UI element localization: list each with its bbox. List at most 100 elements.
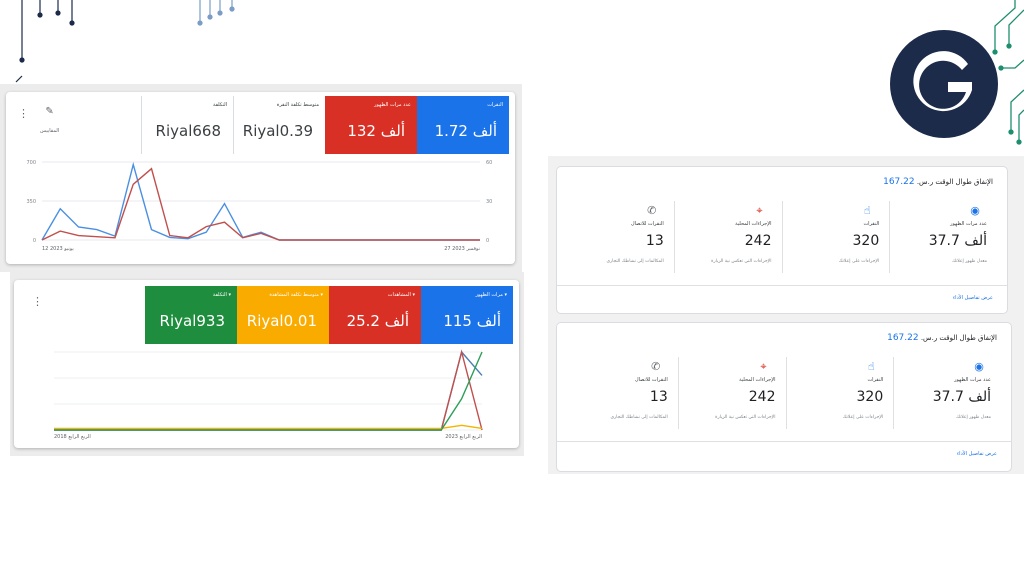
metric-label: المشاهدات ▾ bbox=[387, 292, 415, 298]
metric-tile[interactable]: المشاهدات ▾ 25.2 ألف bbox=[329, 286, 421, 344]
metric-description: المكالمات إلى نشاطك التجاري bbox=[606, 259, 664, 264]
metric-description: الإجراءات التي تعكس نية الزيارة bbox=[711, 259, 772, 264]
metric-value: 37.7 ألف bbox=[932, 389, 991, 405]
metric-label: مرات الظهور ▾ bbox=[475, 292, 507, 298]
metric-tile[interactable]: النقرات 1.72 ألف bbox=[417, 96, 509, 154]
metric-value: 13 bbox=[649, 389, 668, 405]
more-options-icon[interactable]: ⋮ bbox=[32, 296, 43, 307]
performance-summary-panel: الإنفاق طوال الوقت ر.س. 167.22 ◉ عدد مرات … bbox=[556, 166, 1008, 314]
view-performance-link[interactable]: عرض تفاصيل الأداء bbox=[957, 451, 997, 457]
location-pin-icon: ⌖ bbox=[760, 360, 767, 373]
metric-description: المكالمات إلى نشاطك التجاري bbox=[610, 415, 668, 420]
spend-title: الإنفاق طوال الوقت ر.س. 167.22 bbox=[887, 333, 997, 343]
metric-label: متوسط تكلفة النقرة bbox=[276, 102, 319, 108]
metric-value: Riyal668 bbox=[155, 122, 221, 140]
tap-icon: ☝ bbox=[863, 204, 871, 217]
metric-column: ☝ النقرات 320 الإجراءات على إعلانك bbox=[781, 201, 890, 273]
metric-description: الإجراءات التي تعكس نية الزيارة bbox=[715, 415, 776, 420]
y-left-tick-label: 700 bbox=[26, 160, 36, 166]
metric-value: 132 ألف bbox=[347, 122, 405, 140]
spend-title: الإنفاق طوال الوقت ر.س. 167.22 bbox=[883, 177, 993, 187]
metric-tile[interactable]: متوسط تكلفة المشاهدة ▾ Riyal0.01 bbox=[237, 286, 329, 344]
metric-label: عدد مرات الظهور bbox=[374, 102, 411, 108]
metric-tile[interactable]: التكلفة ▾ Riyal933 bbox=[145, 286, 237, 344]
video-performance-card: ⋮ مرات الظهور ▾ 115 ألف المشاهدات ▾ 25.2 أل… bbox=[14, 280, 519, 448]
spend-amount: 167.22 bbox=[887, 333, 919, 343]
series-line bbox=[54, 424, 483, 430]
metric-columns: ◉ عدد مرات الظهور 37.7 ألف معدل ظهور إعلانك… bbox=[571, 357, 1001, 429]
location-pin-icon: ⌖ bbox=[756, 204, 763, 217]
metric-label: النقرات للاتصال bbox=[634, 377, 668, 383]
eye-icon: ◉ bbox=[974, 360, 984, 373]
metric-value: 13 bbox=[645, 233, 664, 249]
metric-label: متوسط تكلفة المشاهدة ▾ bbox=[269, 292, 323, 298]
metric-value: 320 bbox=[852, 233, 880, 249]
metric-label: التكلفة bbox=[212, 102, 227, 108]
metric-description: الإجراءات على إعلانك bbox=[838, 259, 880, 264]
metric-label: الإجراءات المحلية bbox=[739, 377, 776, 383]
x-start-label: الربع الرابع 2018 bbox=[54, 434, 91, 440]
metric-label: عدد مرات الظهور bbox=[950, 221, 987, 227]
metric-value: 242 bbox=[748, 389, 776, 405]
series-line bbox=[54, 351, 483, 431]
performance-summary-panel: الإنفاق طوال الوقت ر.س. 167.22 ◉ عدد مرات … bbox=[556, 322, 1012, 472]
y-right-tick-label: 60 bbox=[486, 160, 492, 166]
metric-column: ⌖ الإجراءات المحلية 242 الإجراءات التي تعكس… bbox=[677, 357, 786, 429]
video-line-chart: الربع الرابع 2018 الربع الرابع 2023 bbox=[54, 349, 483, 440]
campaign-performance-card: ⋮ ✎ المقاييس النقرات 1.72 ألف عدد مرات الظ… bbox=[6, 92, 515, 264]
metric-tile[interactable]: التكلفة Riyal668 bbox=[141, 96, 233, 154]
metric-column: ◉ عدد مرات الظهور 37.7 ألف معدل ظهور إعلانك bbox=[889, 201, 997, 273]
series-line bbox=[41, 161, 480, 241]
metric-label: النقرات bbox=[487, 102, 503, 108]
metrics-tools-label: المقاييس bbox=[40, 128, 60, 134]
metrics-edit-icon: ✎ bbox=[45, 106, 54, 117]
metric-tile[interactable]: مرات الظهور ▾ 115 ألف bbox=[421, 286, 513, 344]
metric-tile[interactable]: متوسط تكلفة النقرة Riyal0.39 bbox=[233, 96, 325, 154]
metric-label: عدد مرات الظهور bbox=[954, 377, 991, 383]
phone-icon: ✆ bbox=[651, 360, 661, 373]
spend-label: الإنفاق طوال الوقت bbox=[935, 178, 993, 186]
campaign-line-chart: 700 350 0 60 30 0 12 يونيو 2023 27 نوفمبر 2023 bbox=[26, 160, 492, 252]
more-options-icon[interactable]: ⋮ bbox=[18, 108, 29, 119]
metric-label: النقرات bbox=[867, 377, 884, 383]
y-left-tick-label: 350 bbox=[26, 199, 36, 205]
series-line bbox=[54, 349, 483, 431]
phone-icon: ✆ bbox=[647, 204, 657, 217]
metric-label: التكلفة ▾ bbox=[212, 292, 231, 298]
metric-label: النقرات للاتصال bbox=[630, 221, 664, 227]
series-line bbox=[41, 167, 480, 241]
metric-label: الإجراءات المحلية bbox=[735, 221, 772, 227]
tap-icon: ☝ bbox=[867, 360, 875, 373]
series-line bbox=[54, 350, 483, 431]
campaign-metric-tiles: النقرات 1.72 ألف عدد مرات الظهور 132 ألف متو… bbox=[141, 96, 509, 154]
x-end-label: الربع الرابع 2023 bbox=[445, 434, 482, 440]
brand-logo bbox=[890, 30, 998, 138]
metric-value: Riyal933 bbox=[159, 312, 225, 330]
y-left-tick-label: 0 bbox=[33, 238, 36, 244]
x-end-label: 27 نوفمبر 2023 bbox=[444, 246, 480, 252]
metric-value: 242 bbox=[744, 233, 772, 249]
spend-amount: 167.22 bbox=[883, 177, 915, 187]
metric-value: 37.7 ألف bbox=[928, 233, 987, 249]
circuit-decoration-left bbox=[15, 0, 235, 83]
panel-divider bbox=[557, 441, 1011, 442]
view-performance-link[interactable]: عرض تفاصيل الأداء bbox=[953, 295, 993, 301]
metric-description: معدل ظهور إعلانك bbox=[952, 259, 987, 264]
metric-tile[interactable]: عدد مرات الظهور 132 ألف bbox=[325, 96, 417, 154]
y-right-tick-label: 30 bbox=[486, 199, 492, 205]
eye-icon: ◉ bbox=[970, 204, 980, 217]
video-metric-tiles: مرات الظهور ▾ 115 ألف المشاهدات ▾ 25.2 ألف م… bbox=[145, 286, 513, 344]
metric-column: ⌖ الإجراءات المحلية 242 الإجراءات التي تعكس… bbox=[673, 201, 782, 273]
metric-column: ✆ النقرات للاتصال 13 المكالمات إلى نشاطك ال… bbox=[571, 357, 678, 429]
panel-divider bbox=[557, 285, 1007, 286]
metric-value: Riyal0.39 bbox=[242, 122, 313, 140]
x-start-label: 12 يونيو 2023 bbox=[42, 246, 74, 252]
spend-currency: ر.س. bbox=[914, 178, 936, 186]
metric-value: 25.2 ألف bbox=[346, 312, 409, 330]
metrics-tools-button[interactable]: ✎ المقاييس bbox=[40, 106, 59, 136]
metric-column: ✆ النقرات للاتصال 13 المكالمات إلى نشاطك ال… bbox=[567, 201, 674, 273]
metric-value: 320 bbox=[856, 389, 884, 405]
metric-label: النقرات bbox=[863, 221, 880, 227]
metric-description: الإجراءات على إعلانك bbox=[842, 415, 884, 420]
spend-currency: ر.س. bbox=[918, 334, 940, 342]
